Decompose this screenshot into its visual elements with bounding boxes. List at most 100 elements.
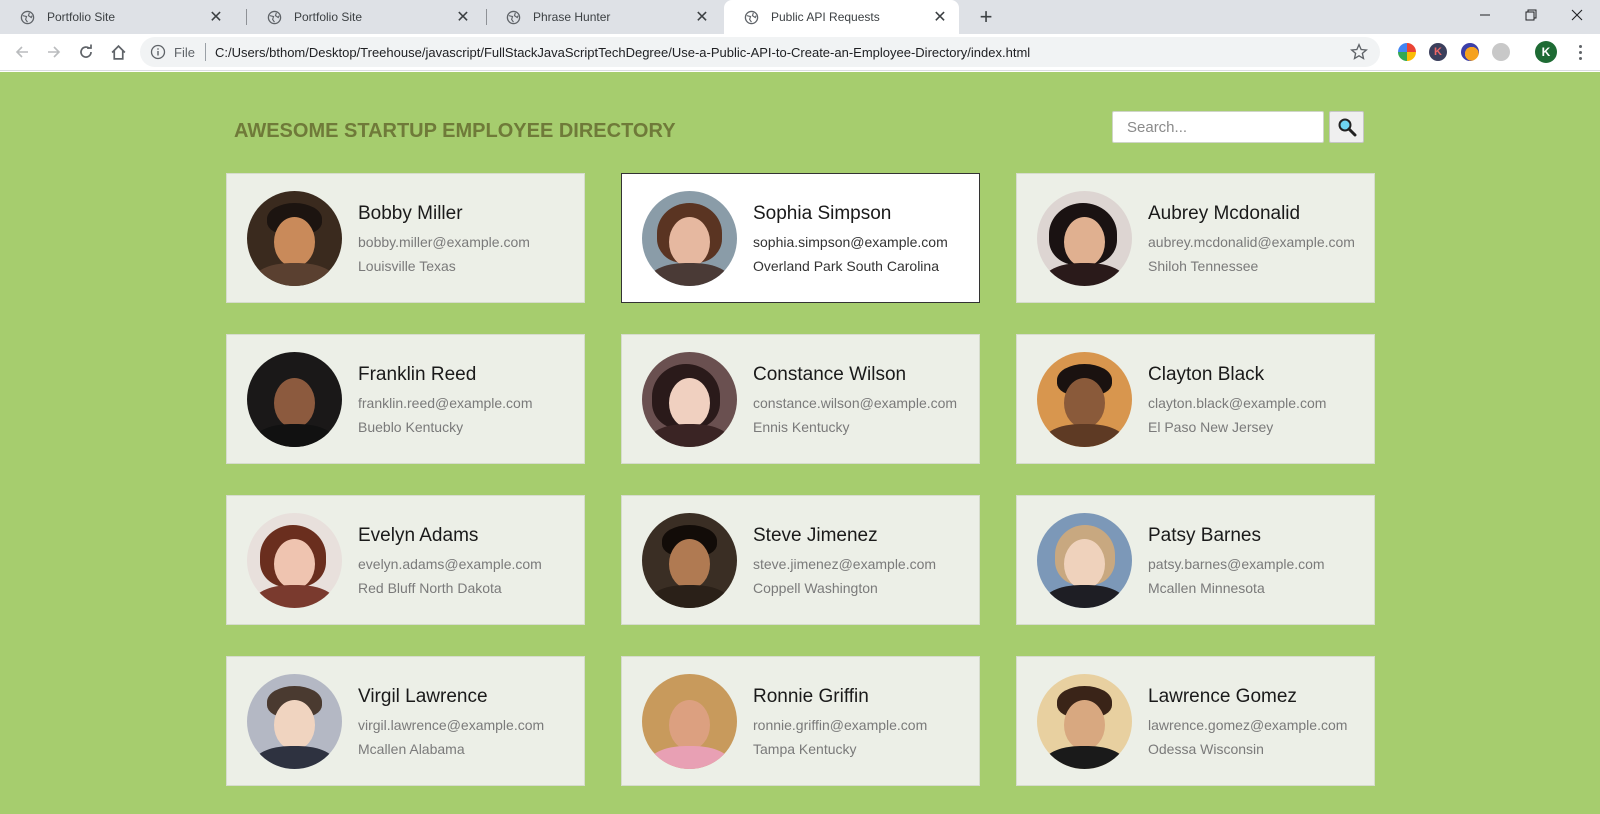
employee-location: Tampa Kentucky	[753, 740, 857, 757]
restore-icon[interactable]	[1508, 0, 1554, 30]
employee-avatar	[642, 190, 737, 286]
employee-name: Aubrey Mcdonalid	[1148, 202, 1301, 224]
employee-email: aubrey.mcdonalid@example.com	[1148, 233, 1355, 250]
orange-extension-icon[interactable]	[1461, 43, 1479, 61]
employee-avatar	[1037, 190, 1132, 286]
employee-name: Franklin Reed	[358, 363, 477, 385]
address-divider	[204, 43, 206, 61]
info-icon[interactable]	[150, 44, 166, 60]
browser-menu-icon[interactable]	[1572, 41, 1588, 63]
search-button[interactable]	[1329, 111, 1364, 143]
employee-info: Steve Jimenez steve.jimenez@example.com …	[753, 525, 936, 596]
employee-card[interactable]: Lawrence Gomez lawrence.gomez@example.co…	[1016, 656, 1375, 786]
employee-card[interactable]: Ronnie Griffin ronnie.griffin@example.co…	[621, 656, 980, 786]
employee-email: clayton.black@example.com	[1148, 394, 1327, 411]
employee-location: Bueblo Kentucky	[358, 418, 464, 435]
new-tab-icon[interactable]: +	[973, 4, 999, 30]
globe-icon	[506, 10, 521, 24]
employee-avatar	[1037, 512, 1132, 608]
employee-name: Patsy Barnes	[1148, 524, 1261, 546]
employee-avatar	[1037, 351, 1132, 447]
employee-card[interactable]: Franklin Reed franklin.reed@example.com …	[226, 334, 585, 464]
employee-card[interactable]: Evelyn Adams evelyn.adams@example.com Re…	[226, 495, 585, 625]
page-content: AWESOME STARTUP EMPLOYEE DIRECTORY Bobby…	[0, 72, 1600, 814]
employee-info: Virgil Lawrence virgil.lawrence@example.…	[358, 686, 544, 757]
employee-avatar	[1037, 673, 1132, 769]
gray-extension-icon[interactable]	[1492, 43, 1510, 61]
employee-card[interactable]: Clayton Black clayton.black@example.com …	[1016, 334, 1375, 464]
reload-icon[interactable]	[72, 38, 100, 66]
employee-avatar	[642, 673, 737, 769]
employee-info: Patsy Barnes patsy.barnes@example.com Mc…	[1148, 525, 1325, 596]
minimize-icon[interactable]	[1462, 0, 1508, 30]
globe-icon	[267, 10, 282, 24]
tab-title: Public API Requests	[771, 10, 880, 24]
employee-name: Evelyn Adams	[358, 524, 479, 546]
close-tab-icon[interactable]: ✕	[691, 6, 713, 28]
browser-tab[interactable]: Portfolio Site ✕	[0, 0, 235, 34]
color-wheel-extension-icon[interactable]	[1398, 43, 1416, 61]
employee-name: Sophia Simpson	[753, 202, 892, 224]
employee-name: Ronnie Griffin	[753, 685, 869, 707]
employee-email: lawrence.gomez@example.com	[1148, 716, 1348, 733]
employee-info: Clayton Black clayton.black@example.com …	[1148, 364, 1326, 435]
employee-name: Virgil Lawrence	[358, 685, 488, 707]
employee-name: Bobby Miller	[358, 202, 463, 224]
employee-location: El Paso New Jersey	[1148, 418, 1274, 435]
browser-tab[interactable]: Portfolio Site ✕	[247, 0, 482, 34]
employee-avatar	[247, 190, 342, 286]
close-window-icon[interactable]	[1554, 0, 1600, 30]
globe-icon	[744, 10, 759, 24]
url-text[interactable]: C:/Users/bthom/Desktop/Treehouse/javascr…	[215, 45, 1350, 60]
employee-location: Coppell Washington	[753, 579, 878, 596]
close-tab-icon[interactable]: ✕	[929, 6, 951, 28]
search-input[interactable]	[1112, 111, 1324, 143]
employee-location: Odessa Wisconsin	[1148, 740, 1264, 757]
tab-title: Portfolio Site	[294, 10, 363, 24]
employee-avatar	[247, 351, 342, 447]
back-arrow-icon[interactable]	[8, 38, 36, 66]
employee-email: bobby.miller@example.com	[358, 233, 530, 250]
employee-card[interactable]: Patsy Barnes patsy.barnes@example.com Mc…	[1016, 495, 1375, 625]
browser-tab-strip: Portfolio Site ✕ Portfolio Site ✕ Phrase…	[0, 0, 1600, 34]
employee-card[interactable]: Sophia Simpson sophia.simpson@example.co…	[621, 173, 980, 303]
bookmark-star-icon[interactable]	[1350, 43, 1368, 61]
employee-card[interactable]: Steve Jimenez steve.jimenez@example.com …	[621, 495, 980, 625]
profile-avatar[interactable]: K	[1535, 41, 1557, 63]
page-title: AWESOME STARTUP EMPLOYEE DIRECTORY	[234, 120, 676, 142]
employee-location: Overland Park South Carolina	[753, 257, 939, 274]
forward-arrow-icon[interactable]	[40, 38, 68, 66]
employee-card[interactable]: Constance Wilson constance.wilson@exampl…	[621, 334, 980, 464]
employee-avatar	[642, 351, 737, 447]
home-icon[interactable]	[104, 38, 132, 66]
employee-email: sophia.simpson@example.com	[753, 233, 948, 250]
magnifier-icon	[1338, 118, 1356, 137]
k-extension-icon[interactable]: K	[1429, 43, 1447, 61]
employee-info: Constance Wilson constance.wilson@exampl…	[753, 364, 957, 435]
employee-info: Franklin Reed franklin.reed@example.com …	[358, 364, 533, 435]
employee-email: franklin.reed@example.com	[358, 394, 533, 411]
browser-tab[interactable]: Phrase Hunter ✕	[486, 0, 721, 34]
employee-card[interactable]: Bobby Miller bobby.miller@example.com Lo…	[226, 173, 585, 303]
employee-info: Lawrence Gomez lawrence.gomez@example.co…	[1148, 686, 1347, 757]
employee-location: Mcallen Alabama	[358, 740, 465, 757]
browser-tab-active[interactable]: Public API Requests ✕	[724, 0, 959, 34]
employee-email: patsy.barnes@example.com	[1148, 555, 1325, 572]
employee-location: Shiloh Tennessee	[1148, 257, 1259, 274]
close-tab-icon[interactable]: ✕	[205, 6, 227, 28]
scheme-label: File	[174, 44, 195, 60]
browser-toolbar: File C:/Users/bthom/Desktop/Treehouse/ja…	[0, 34, 1600, 71]
employee-info: Bobby Miller bobby.miller@example.com Lo…	[358, 203, 530, 274]
globe-icon	[20, 10, 35, 24]
address-bar[interactable]: File C:/Users/bthom/Desktop/Treehouse/ja…	[140, 37, 1380, 67]
employee-location: Red Bluff North Dakota	[358, 579, 502, 596]
tab-title: Phrase Hunter	[533, 10, 611, 24]
employee-location: Louisville Texas	[358, 257, 456, 274]
employee-email: virgil.lawrence@example.com	[358, 716, 545, 733]
employee-name: Lawrence Gomez	[1148, 685, 1297, 707]
employee-name: Constance Wilson	[753, 363, 907, 385]
employee-location: Ennis Kentucky	[753, 418, 850, 435]
employee-card[interactable]: Virgil Lawrence virgil.lawrence@example.…	[226, 656, 585, 786]
employee-card[interactable]: Aubrey Mcdonalid aubrey.mcdonalid@exampl…	[1016, 173, 1375, 303]
close-tab-icon[interactable]: ✕	[452, 6, 474, 28]
